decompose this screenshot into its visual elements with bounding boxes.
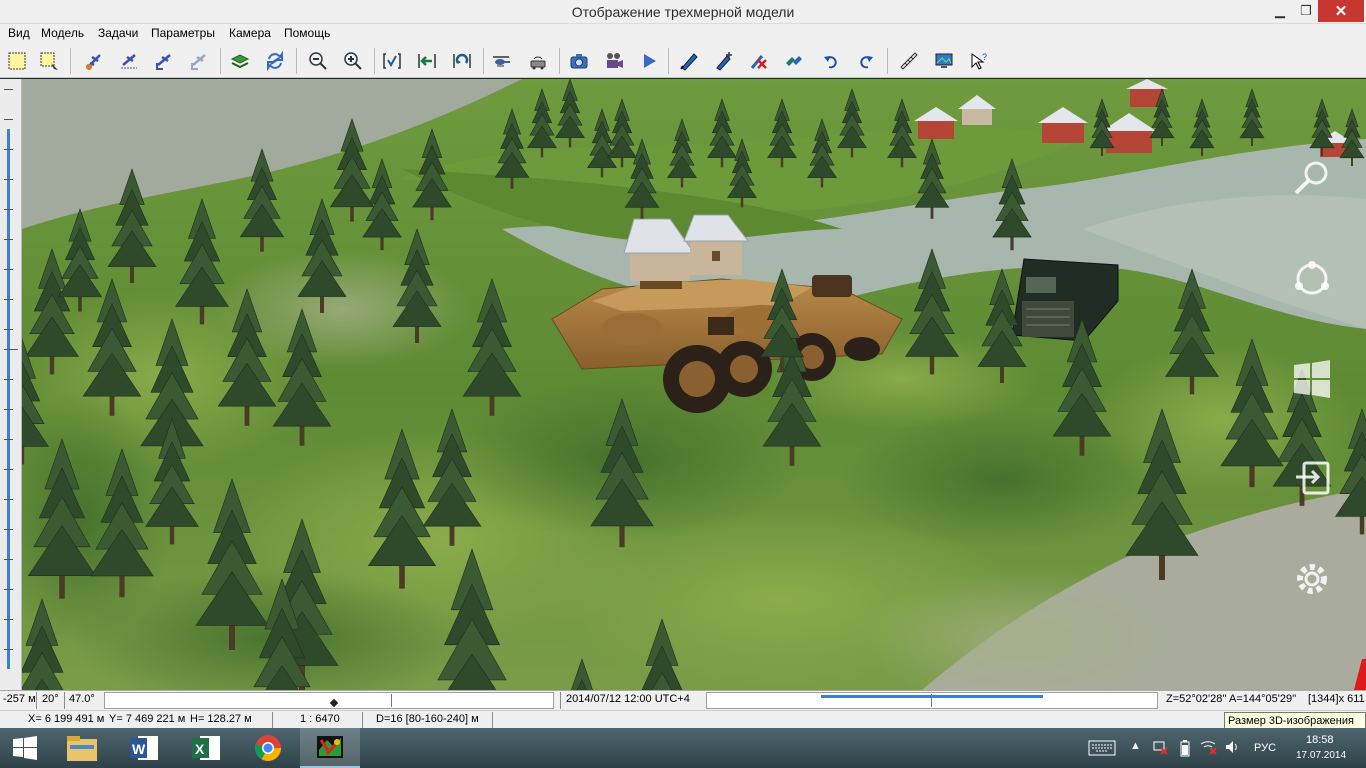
maximize-button[interactable]: ❐ xyxy=(1292,0,1320,22)
coord-y-readout: Y= 7 469 221 м xyxy=(109,713,186,725)
pitch-readout: 20° xyxy=(42,693,59,705)
taskbar: W X ▲ РУС 18:58 17.07.2014 xyxy=(0,728,1366,768)
refresh-icon[interactable] xyxy=(263,49,287,73)
terrain-scene xyxy=(22,79,1366,690)
svg-text:W: W xyxy=(132,741,146,757)
network-error-icon[interactable] xyxy=(1152,739,1168,758)
view-size-readout: [1344]x 611 xyxy=(1308,693,1365,705)
scale-readout: 1 : 6470 xyxy=(300,713,340,725)
devices-charm-icon[interactable] xyxy=(1290,457,1334,501)
start-charm-icon[interactable] xyxy=(1290,357,1334,401)
title-bar: Отображение трехмерной модели ▁ ❐ ✕ xyxy=(0,0,1366,24)
altitude-readout: -257 м xyxy=(3,693,36,705)
excel-icon[interactable]: X xyxy=(176,728,236,768)
vehicle-radar-icon[interactable] xyxy=(526,49,550,73)
scale-track-lower xyxy=(7,379,10,669)
plane-grid-icon[interactable] xyxy=(117,49,141,73)
zoom-out-icon[interactable] xyxy=(306,49,330,73)
layers-icon[interactable] xyxy=(228,49,252,73)
menu-parameters[interactable]: Параметры xyxy=(151,26,215,40)
close-button[interactable]: ✕ xyxy=(1318,0,1364,22)
status-bar-top: -257 м 20° 47.0° 2014/07/12 12:00 UTC+4 … xyxy=(0,690,1366,710)
word-icon[interactable]: W xyxy=(114,728,174,768)
plane-down-icon[interactable] xyxy=(152,49,176,73)
3d-model-app-icon[interactable] xyxy=(300,728,360,768)
menu-model[interactable]: Модель xyxy=(41,26,84,40)
check-bracket-icon[interactable] xyxy=(380,49,404,73)
ruler-icon[interactable] xyxy=(897,49,921,73)
plane-gear-icon[interactable] xyxy=(82,49,106,73)
status-bar-bottom: X= 6 199 491 м Y= 7 469 221 м H= 128.27 … xyxy=(0,710,1366,729)
datetime-readout: 2014/07/12 12:00 UTC+4 xyxy=(566,693,690,705)
red-marker-icon xyxy=(1354,659,1366,690)
select-move-icon[interactable] xyxy=(37,49,61,73)
minimize-button[interactable]: ▁ xyxy=(1266,0,1294,22)
3d-viewport[interactable] xyxy=(22,79,1366,690)
clock-date[interactable]: 17.07.2014 xyxy=(1296,750,1346,761)
vertical-scale[interactable] xyxy=(0,79,22,690)
select-rect-icon[interactable] xyxy=(5,49,29,73)
chrome-icon[interactable] xyxy=(238,728,298,768)
language-indicator[interactable]: РУС xyxy=(1254,742,1276,754)
pen-icon[interactable] xyxy=(677,49,701,73)
windows-start-icon[interactable] xyxy=(0,728,50,768)
coord-x-readout: X= 6 199 491 м xyxy=(28,713,105,725)
svg-text:X: X xyxy=(195,741,205,757)
pen-plus-icon[interactable] xyxy=(712,49,736,73)
speed-slider[interactable] xyxy=(706,692,1158,709)
azimuth-readout: Z=52°02'28'' A=144°05'29'' xyxy=(1166,693,1297,705)
video-camera-icon[interactable] xyxy=(602,49,626,73)
screenshot-icon[interactable] xyxy=(932,49,956,73)
rotate-icon[interactable] xyxy=(450,49,474,73)
coord-h-readout: H= 128.27 м xyxy=(190,713,252,725)
play-icon[interactable] xyxy=(637,49,661,73)
menu-view[interactable]: Вид xyxy=(8,26,30,40)
settings-charm-icon[interactable] xyxy=(1290,557,1334,601)
redo-icon[interactable] xyxy=(854,49,878,73)
plane-disabled-icon[interactable] xyxy=(187,49,211,73)
distance-readout: D=16 [80-160-240] м xyxy=(376,713,479,725)
timeline-slider[interactable] xyxy=(104,692,554,709)
file-explorer-icon[interactable] xyxy=(52,728,112,768)
menu-tasks[interactable]: Задачи xyxy=(98,26,138,40)
arrow-left-icon[interactable] xyxy=(415,49,439,73)
show-hidden-icons[interactable]: ▲ xyxy=(1130,740,1141,752)
search-charm-icon[interactable] xyxy=(1290,157,1334,201)
help-pointer-icon[interactable]: ? xyxy=(967,49,991,73)
helicopter-icon[interactable] xyxy=(489,49,513,73)
timeline-thumb[interactable] xyxy=(329,698,339,708)
toolbar: ? xyxy=(0,44,1366,78)
camera-icon[interactable] xyxy=(567,49,591,73)
menu-bar: Вид Модель Задачи Параметры Камера Помощ… xyxy=(0,24,1366,44)
clock-time[interactable]: 18:58 xyxy=(1306,734,1334,746)
swap-icon[interactable] xyxy=(782,49,806,73)
keyboard-icon[interactable] xyxy=(1088,740,1116,759)
menu-help[interactable]: Помощь xyxy=(284,26,330,40)
share-charm-icon[interactable] xyxy=(1290,257,1334,301)
battery-icon[interactable] xyxy=(1179,739,1191,760)
fov-readout: 47.0° xyxy=(69,693,95,705)
wifi-error-icon[interactable] xyxy=(1200,739,1218,758)
zoom-in-icon[interactable] xyxy=(341,49,365,73)
delete-route-icon[interactable] xyxy=(747,49,771,73)
svg-text:?: ? xyxy=(982,52,987,62)
window-title: Отображение трехмерной модели xyxy=(571,4,795,20)
menu-camera[interactable]: Камера xyxy=(229,26,271,40)
volume-icon[interactable] xyxy=(1224,739,1240,758)
undo-icon[interactable] xyxy=(819,49,843,73)
